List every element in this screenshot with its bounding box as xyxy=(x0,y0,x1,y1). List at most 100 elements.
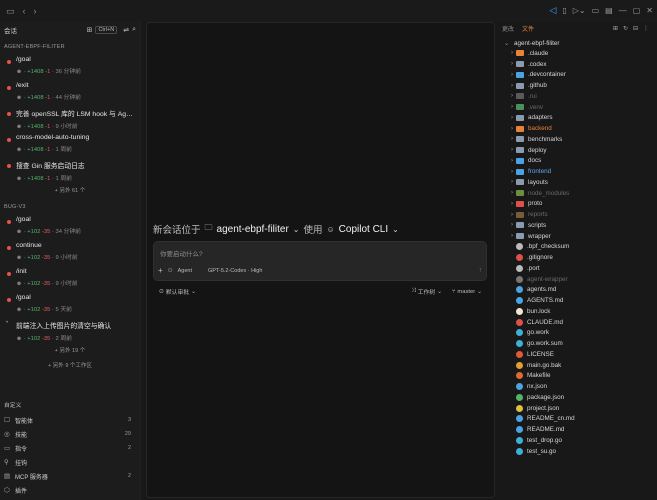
custom-item[interactable]: ⚲ 挂钩 xyxy=(0,455,141,469)
back-icon[interactable]: ‹ xyxy=(23,6,26,16)
custom-item[interactable]: ⬡ 插件 xyxy=(0,483,141,497)
agent-picker[interactable]: Copilot CLI xyxy=(339,224,388,235)
tree-file[interactable]: main.go.bak xyxy=(508,360,654,371)
maximize-icon[interactable]: ▢ xyxy=(633,6,641,15)
location-picker[interactable]: 工作树 xyxy=(418,287,435,296)
tree-file[interactable]: README.md xyxy=(508,424,654,435)
tree-file[interactable]: LICENSE xyxy=(508,349,654,360)
tree-file[interactable]: go.work xyxy=(508,328,654,339)
tree-file[interactable]: agents.md xyxy=(508,285,654,296)
custom-item[interactable]: ▤ MCP 服务器 2 xyxy=(0,469,141,483)
custom-item[interactable]: ◎ 技能 29 xyxy=(0,427,141,441)
tree-file[interactable]: nx.json xyxy=(508,381,654,392)
tree-folder[interactable]: › deploy xyxy=(508,145,654,156)
chevron-right-icon[interactable]: › xyxy=(508,61,516,67)
tree-folder[interactable]: › backend xyxy=(508,123,654,134)
close-icon[interactable]: ✕ xyxy=(646,6,653,15)
show-more-link[interactable]: + 另外 19 个 xyxy=(0,343,140,358)
new-file-icon[interactable]: ⊞ xyxy=(613,25,618,32)
tree-folder[interactable]: › wrapper xyxy=(508,231,654,242)
chevron-down-icon[interactable]: ⌄ xyxy=(191,289,196,295)
session-item[interactable]: 搜查 Gin 服务启动日志 ☻ · +1408 -1 · 1 周前 xyxy=(0,157,140,183)
collapse-icon[interactable]: ⊟ xyxy=(633,25,638,32)
chevron-right-icon[interactable]: › xyxy=(508,190,516,196)
chevron-right-icon[interactable]: › xyxy=(508,233,516,239)
chevron-right-icon[interactable]: › xyxy=(508,222,516,228)
tree-file[interactable]: Makefile xyxy=(508,371,654,382)
chevron-down-icon[interactable]: ⌄ xyxy=(477,289,482,295)
tree-folder[interactable]: › layouts xyxy=(508,177,654,188)
chevron-right-icon[interactable]: › xyxy=(508,50,516,56)
prompt-input[interactable]: 你要启动什么? xyxy=(160,248,203,258)
tree-folder[interactable]: › adapters xyxy=(508,113,654,124)
search-icon[interactable]: ⌕ xyxy=(132,26,136,34)
tree-folder[interactable]: › .venv xyxy=(508,102,654,113)
tree-folder[interactable]: › reports xyxy=(508,209,654,220)
new-session-icon[interactable]: ⊞ xyxy=(87,26,93,34)
tree-folder[interactable]: › scripts xyxy=(508,220,654,231)
tree-file[interactable]: bun.lock xyxy=(508,306,654,317)
tree-file[interactable]: .bpf_checksum xyxy=(508,242,654,253)
branch-picker[interactable]: master xyxy=(457,289,475,295)
chevron-down-icon[interactable]: ⌄ xyxy=(504,40,512,47)
tree-file[interactable]: agent-wrapper xyxy=(508,274,654,285)
tree-file[interactable]: test_su.go xyxy=(508,446,654,457)
custom-item[interactable]: ☐ 智能体 3 xyxy=(0,413,141,427)
chevron-right-icon[interactable]: › xyxy=(508,93,516,99)
split-icon[interactable]: ▤ xyxy=(605,6,613,15)
run-icon[interactable]: ▷⌄ xyxy=(573,6,586,15)
add-context-icon[interactable]: + xyxy=(158,266,163,275)
tree-folder[interactable]: › .codex xyxy=(508,59,654,70)
chevron-right-icon[interactable]: › xyxy=(508,83,516,89)
model-picker[interactable]: GPT-5.2-Codex · High xyxy=(208,268,262,274)
panel-icon[interactable]: ▭ xyxy=(592,6,600,15)
sidebar-toggle-icon[interactable]: ▭ xyxy=(6,6,15,17)
chevron-right-icon[interactable]: › xyxy=(508,104,516,110)
refresh-icon[interactable]: ↻ xyxy=(623,25,628,32)
session-item[interactable]: continue ☻ · +102 -35 · 9 小时前 xyxy=(0,239,140,265)
tree-file[interactable]: test_drop.go xyxy=(508,435,654,446)
chevron-down-icon[interactable]: ⌄ xyxy=(392,225,399,234)
chevron-right-icon[interactable]: › xyxy=(508,136,516,142)
tab-files[interactable]: 文件 xyxy=(522,24,534,33)
session-item[interactable]: /exit ☻ · +1408 -1 · 44 分钟前 xyxy=(0,79,140,105)
tree-folder[interactable]: › .devcontainer xyxy=(508,70,654,81)
filter-icon[interactable]: ⇌ xyxy=(123,26,129,34)
tree-folder[interactable]: › .github xyxy=(508,80,654,91)
mode-picker[interactable]: Agent xyxy=(178,268,192,274)
workspace-picker[interactable]: agent-ebpf-filiter xyxy=(217,224,289,235)
tree-file[interactable]: README_cn.md xyxy=(508,414,654,425)
tree-folder[interactable]: › .rui xyxy=(508,91,654,102)
chevron-down-icon[interactable]: ⌄ xyxy=(293,225,300,234)
tree-root[interactable]: ⌄ agent-ebpf-filiter xyxy=(504,38,654,48)
chevron-right-icon[interactable]: › xyxy=(508,201,516,207)
chevron-right-icon[interactable]: › xyxy=(508,169,516,175)
tree-folder[interactable]: › node_modules xyxy=(508,188,654,199)
tree-file[interactable]: go.work.sum xyxy=(508,338,654,349)
tree-folder[interactable]: › benchmarks xyxy=(508,134,654,145)
prompt-composer[interactable]: 你要启动什么? + ⚇ Agent GPT-5.2-Codex · High ↑ xyxy=(153,241,487,281)
forward-icon[interactable]: › xyxy=(34,6,37,16)
minimize-icon[interactable]: — xyxy=(619,6,627,15)
chevron-down-icon[interactable]: ⌄ xyxy=(437,289,442,295)
session-item[interactable]: /goal ☻ · +102 -35 · 5 天前 xyxy=(0,291,140,317)
chevron-right-icon[interactable]: › xyxy=(508,158,516,164)
tree-file[interactable]: .port xyxy=(508,263,654,274)
chevron-right-icon[interactable]: › xyxy=(508,72,516,78)
vscode-icon[interactable]: ◁ xyxy=(549,5,556,16)
tree-folder[interactable]: › docs xyxy=(508,156,654,167)
tab-changes[interactable]: 更改 xyxy=(502,24,514,33)
session-item[interactable]: /goal ☻ · +1408 -1 · 36 分钟前 xyxy=(0,53,140,79)
tree-file[interactable]: package.json xyxy=(508,392,654,403)
layout-icon[interactable]: ▯ xyxy=(562,6,566,15)
more-icon[interactable]: ⋮ xyxy=(643,25,649,32)
chevron-right-icon[interactable]: › xyxy=(508,212,516,218)
show-more-link[interactable]: + 另外 61 个 xyxy=(0,183,140,198)
tree-file[interactable]: CLAUDE.md xyxy=(508,317,654,328)
chevron-right-icon[interactable]: › xyxy=(508,179,516,185)
tree-folder[interactable]: › frontend xyxy=(508,166,654,177)
tree-file[interactable]: AGENTS.md xyxy=(508,295,654,306)
chevron-right-icon[interactable]: › xyxy=(508,147,516,153)
show-more-workspaces-link[interactable]: + 另外 9 个工作区 xyxy=(0,358,140,373)
tree-folder[interactable]: › .claude xyxy=(508,48,654,59)
